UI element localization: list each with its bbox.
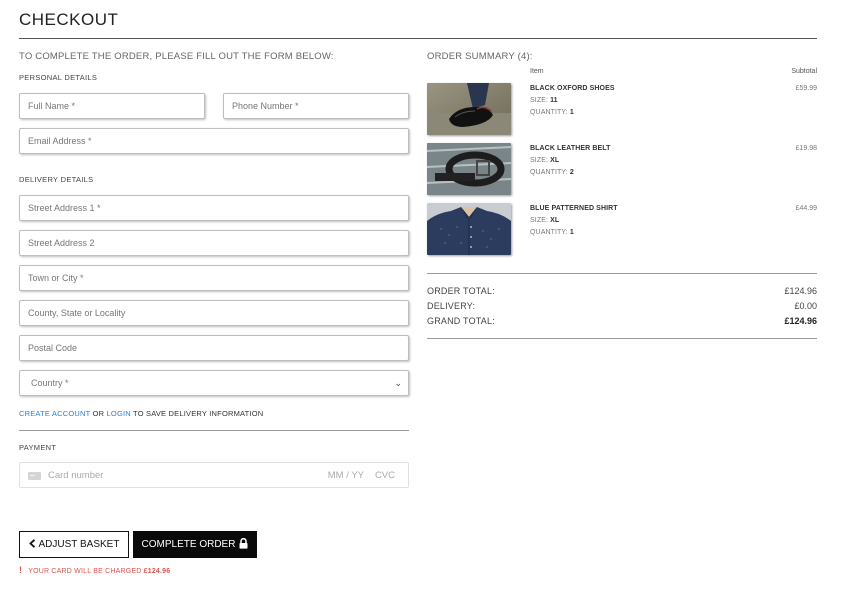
order-item: BLACK LEATHER BELT SIZE: XL QUANTITY: 2 … — [427, 143, 817, 197]
item-subtotal: £19.98 — [795, 145, 817, 152]
delivery-value: £0.00 — [794, 301, 817, 311]
item-subtotal: £59.99 — [795, 85, 817, 92]
item-quantity: QUANTITY: 1 — [530, 109, 574, 116]
title-divider — [19, 38, 817, 39]
credit-card-icon — [28, 472, 41, 480]
order-total-row: ORDER TOTAL: £124.96 — [427, 286, 817, 301]
summary-divider-bottom — [427, 338, 817, 339]
delivery-details-heading: DELIVERY DETAILS — [19, 175, 94, 184]
adjust-basket-button[interactable]: ADJUST BASKET — [19, 531, 129, 558]
street-address-2-input[interactable]: Street Address 2 — [19, 230, 409, 256]
card-cvc-placeholder: CVC — [374, 470, 395, 481]
exclamation-icon: ! — [19, 565, 23, 575]
or-text: OR — [92, 409, 105, 418]
personal-details-heading: PERSONAL DETAILS — [19, 73, 98, 82]
chevron-left-icon — [28, 538, 36, 551]
product-image-shirt — [427, 203, 511, 255]
order-totals: ORDER TOTAL: £124.96 DELIVERY: £0.00 GRA… — [427, 286, 817, 331]
phone-number-input[interactable]: Phone Number * — [223, 93, 409, 119]
item-size: SIZE: 11 — [530, 97, 558, 104]
chevron-down-icon: ⌄ — [394, 378, 402, 388]
street-address-1-input[interactable]: Street Address 1 * — [19, 195, 409, 221]
town-city-input[interactable]: Town or City * — [19, 265, 409, 291]
delivery-label: DELIVERY: — [427, 301, 476, 311]
item-name: BLACK OXFORD SHOES — [530, 85, 615, 92]
order-item: BLACK OXFORD SHOES SIZE: 11 QUANTITY: 1 … — [427, 83, 817, 137]
country-select-value: Country * — [31, 378, 69, 388]
create-account-link[interactable]: CREATE ACCOUNT — [19, 409, 90, 418]
login-link[interactable]: LOGIN — [107, 409, 131, 418]
complete-order-button[interactable]: COMPLETE ORDER — [133, 531, 257, 558]
item-name: BLUE PATTERNED SHIRT — [530, 205, 618, 212]
grand-total-label: GRAND TOTAL: — [427, 316, 495, 326]
complete-order-label: COMPLETE ORDER — [141, 539, 236, 550]
page-title: CHECKOUT — [19, 10, 119, 29]
order-total-label: ORDER TOTAL: — [427, 286, 495, 296]
delivery-row: DELIVERY: £0.00 — [427, 301, 817, 316]
item-column-header: Item — [530, 68, 544, 75]
item-quantity: QUANTITY: 1 — [530, 229, 574, 236]
lock-icon — [239, 537, 248, 552]
item-subtotal: £44.99 — [795, 205, 817, 212]
full-name-input[interactable]: Full Name * — [19, 93, 205, 119]
product-image-belt — [427, 143, 511, 195]
subtotal-column-header: Subtotal — [791, 68, 817, 75]
grand-total-row: GRAND TOTAL: £124.96 — [427, 316, 817, 331]
card-expiry-placeholder: MM / YY — [327, 470, 364, 481]
charge-warning: ! YOUR CARD WILL BE CHARGED £124.96 — [19, 565, 170, 575]
order-total-value: £124.96 — [784, 286, 817, 296]
account-links-line: CREATE ACCOUNT OR LOGIN TO SAVE DELIVERY… — [19, 409, 263, 418]
grand-total-value: £124.96 — [784, 316, 817, 326]
summary-divider-top — [427, 273, 817, 274]
charge-amount: £124.96 — [143, 568, 171, 575]
country-select[interactable]: Country * ⌄ — [19, 370, 409, 396]
item-size: SIZE: XL — [530, 157, 560, 164]
order-summary-heading: ORDER SUMMARY (4): — [427, 51, 533, 62]
item-quantity: QUANTITY: 2 — [530, 169, 574, 176]
save-info-text: TO SAVE DELIVERY INFORMATION — [133, 409, 264, 418]
postal-code-input[interactable]: Postal Code — [19, 335, 409, 361]
form-divider — [19, 430, 409, 431]
order-item: BLUE PATTERNED SHIRT SIZE: XL QUANTITY: … — [427, 203, 817, 257]
card-input[interactable]: Card number MM / YY CVC — [19, 462, 409, 488]
charge-warning-text: YOUR CARD WILL BE CHARGED — [28, 568, 142, 575]
adjust-basket-label: ADJUST BASKET — [38, 539, 120, 550]
card-number-placeholder: Card number — [48, 470, 104, 481]
county-input[interactable]: County, State or Locality — [19, 300, 409, 326]
product-image-shoes — [427, 83, 511, 135]
item-size: SIZE: XL — [530, 217, 560, 224]
email-input[interactable]: Email Address * — [19, 128, 409, 154]
payment-heading: PAYMENT — [19, 443, 57, 452]
form-heading: TO COMPLETE THE ORDER, PLEASE FILL OUT T… — [19, 51, 334, 62]
item-name: BLACK LEATHER BELT — [530, 145, 611, 152]
